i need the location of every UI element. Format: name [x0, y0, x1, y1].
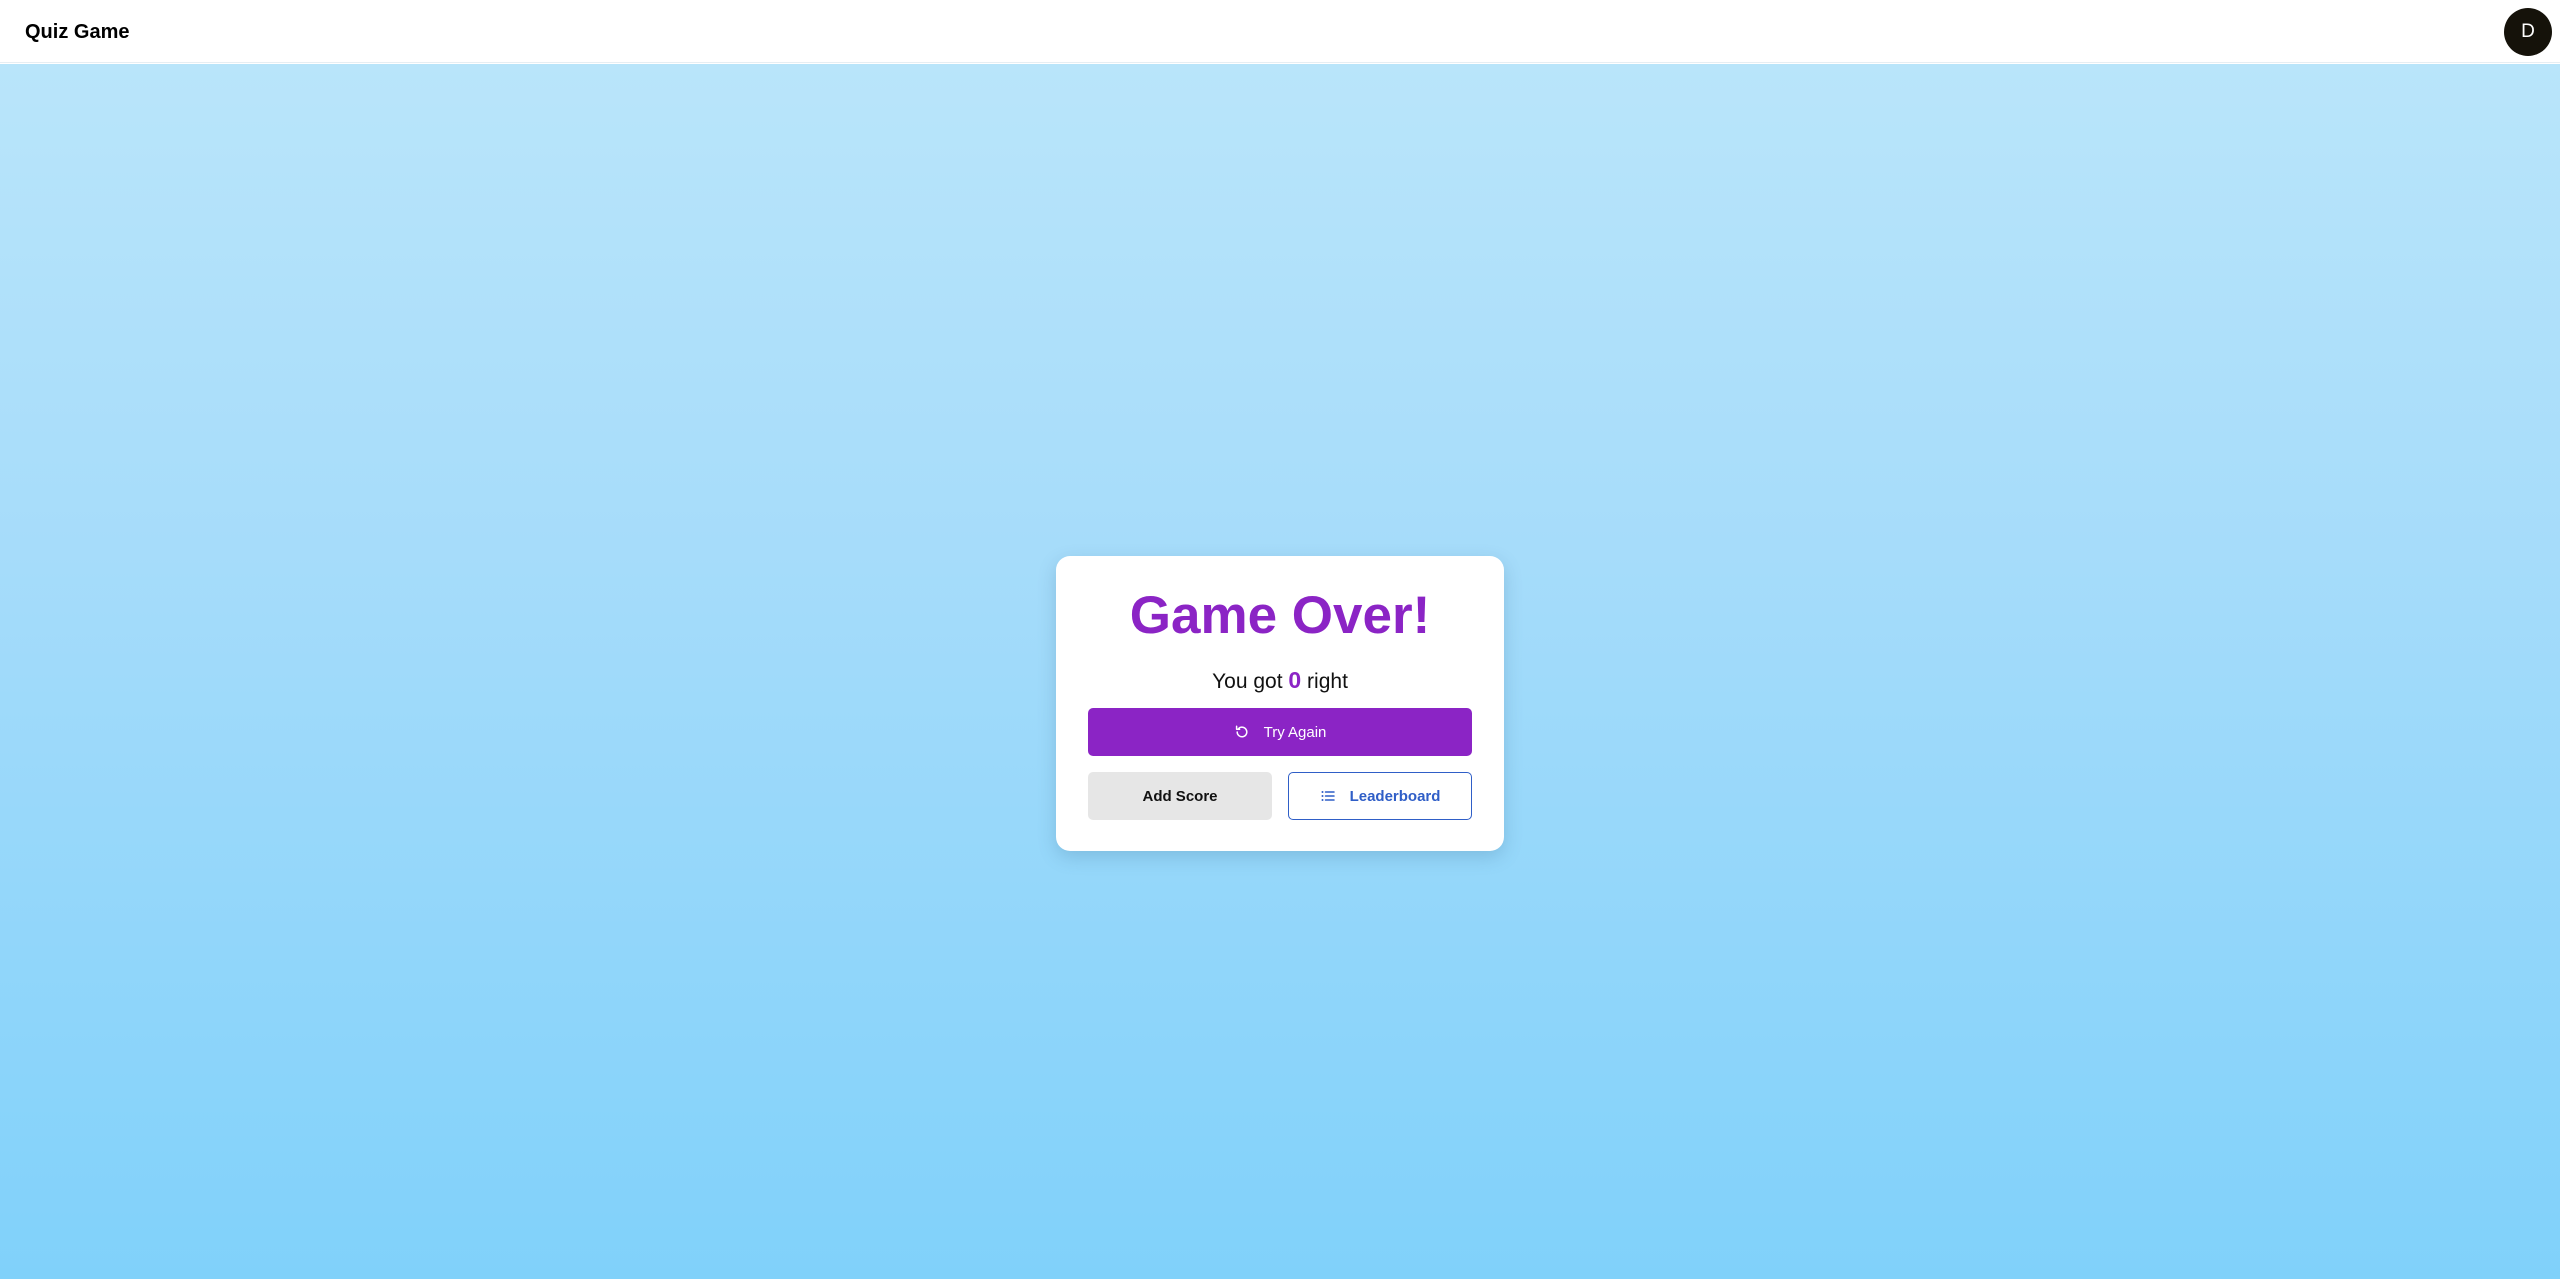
leaderboard-button[interactable]: Leaderboard	[1288, 772, 1472, 820]
add-score-button[interactable]: Add Score	[1088, 772, 1272, 820]
main-stage: Game Over! You got 0 right Try Again Add…	[0, 64, 2560, 1279]
score-suffix: right	[1307, 670, 1348, 693]
app-title: Quiz Game	[25, 21, 130, 43]
user-avatar[interactable]: D	[2504, 8, 2552, 56]
try-again-label: Try Again	[1263, 723, 1327, 741]
score-value: 0	[1288, 667, 1302, 693]
list-icon	[1320, 788, 1336, 804]
top-navbar: Quiz Game D	[0, 0, 2560, 63]
try-again-button[interactable]: Try Again	[1088, 708, 1472, 756]
score-summary: You got 0 right	[1056, 667, 1504, 695]
refresh-icon	[1234, 724, 1250, 740]
game-over-title: Game Over!	[1129, 586, 1431, 645]
leaderboard-label: Leaderboard	[1349, 787, 1441, 805]
add-score-label: Add Score	[1142, 787, 1218, 805]
game-over-card: Game Over! You got 0 right Try Again Add…	[1056, 556, 1504, 851]
score-prefix: You got	[1212, 670, 1283, 693]
